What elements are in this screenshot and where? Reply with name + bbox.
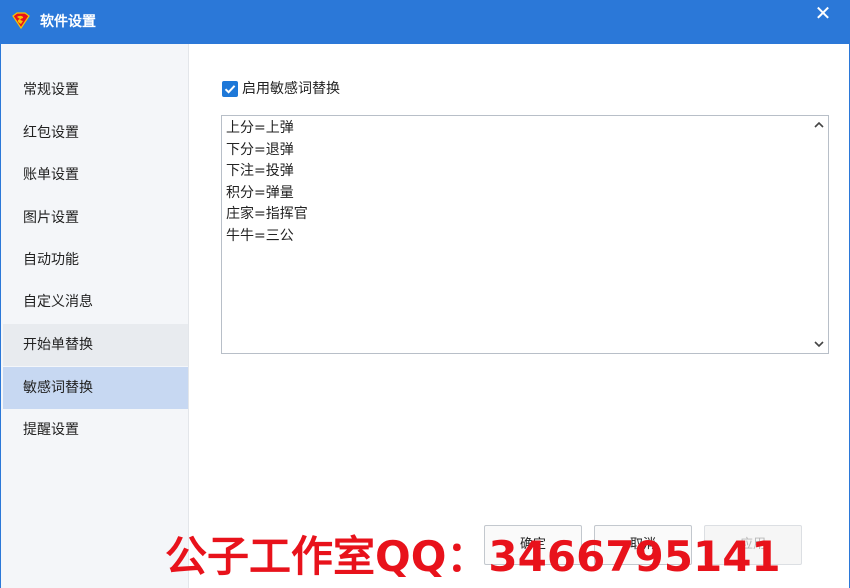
enable-sensitive-replace-label: 启用敏感词替换 [242, 81, 340, 97]
scroll-up-icon[interactable] [810, 116, 828, 134]
rule-line: 庄家=指挥官 [226, 206, 308, 222]
close-button[interactable]: ✕ [804, 2, 842, 24]
enable-sensitive-replace-checkbox[interactable] [222, 81, 238, 97]
sidebar-item-auto-functions[interactable]: 自动功能 [3, 239, 188, 281]
checkmark-icon [224, 85, 236, 94]
sidebar-item-general[interactable]: 常规设置 [3, 69, 188, 111]
sidebar-item-start-order-replace[interactable]: 开始单替换 [3, 324, 188, 366]
sidebar-item-red-packet[interactable]: 红包设置 [3, 112, 188, 154]
rule-line: 牛牛=三公 [226, 227, 294, 244]
rule-line: 下分=退弹 [226, 141, 294, 158]
watermark-text: 公子工作室QQ：3466795141 [165, 532, 781, 581]
scroll-down-icon[interactable] [810, 335, 828, 353]
sidebar-item-custom-messages[interactable]: 自定义消息 [3, 281, 188, 323]
rule-line: 上分=上弹 [226, 120, 294, 136]
replacement-rules-textarea[interactable]: 上分=上弹 下分=退弹 下注=投弹 积分=弹量 庄家=指挥官 牛牛=三公 [221, 115, 829, 354]
title-bar: 软件设置 ✕ [0, 0, 850, 44]
rule-line: 下注=投弹 [226, 163, 294, 179]
rule-line: 积分=弹量 [226, 184, 294, 201]
superman-logo-icon [12, 12, 30, 30]
sidebar-item-reminders[interactable]: 提醒设置 [3, 409, 188, 451]
sidebar-item-billing[interactable]: 账单设置 [3, 154, 188, 196]
sidebar-item-sensitive-word-replace[interactable]: 敏感词替换 [3, 367, 188, 409]
replacement-rules-list: 上分=上弹 下分=退弹 下注=投弹 积分=弹量 庄家=指挥官 牛牛=三公 [226, 118, 308, 247]
window-title: 软件设置 [40, 14, 96, 30]
sidebar-item-images[interactable]: 图片设置 [3, 197, 188, 239]
textarea-scrollbar[interactable] [810, 116, 828, 353]
